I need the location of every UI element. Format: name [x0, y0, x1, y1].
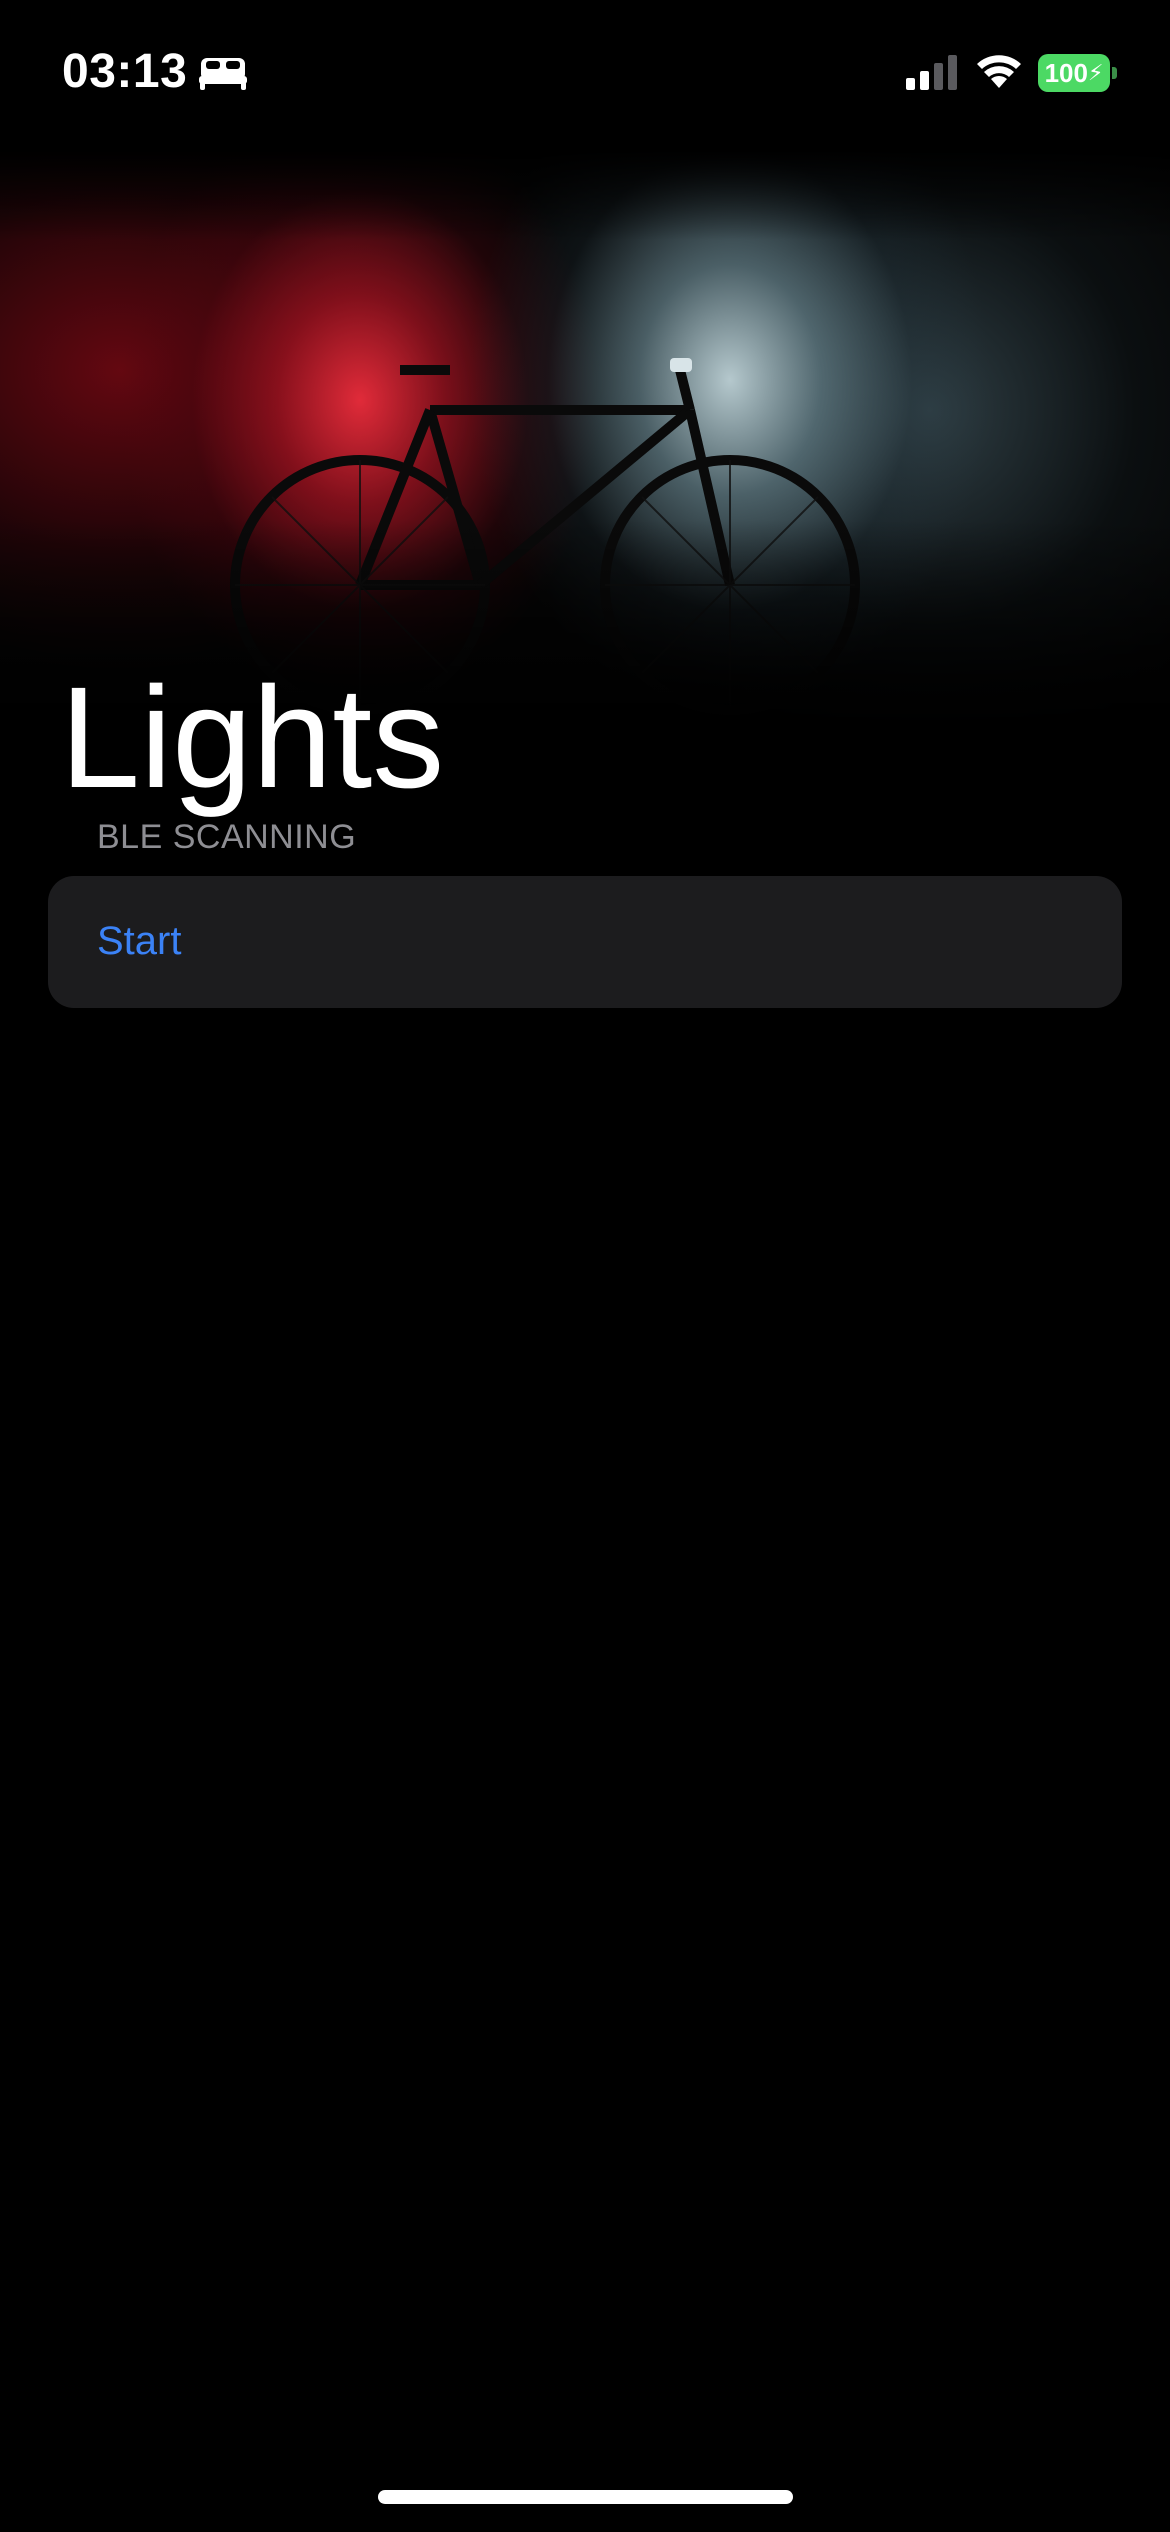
wifi-icon — [977, 55, 1021, 88]
cellular-signal-icon — [906, 55, 957, 90]
status-time: 03:13 — [62, 45, 188, 98]
battery-percent: 100 — [1044, 57, 1088, 88]
home-indicator[interactable] — [378, 2490, 793, 2504]
battery-level: 100 ⚡ — [1038, 54, 1110, 92]
sleep-focus-icon — [199, 58, 247, 90]
hero-image — [0, 150, 1170, 740]
start-scan-cell[interactable]: Start — [48, 876, 1122, 1008]
hero-top-fade — [0, 150, 1170, 240]
section-header-ble-scanning: BLE SCANNING — [97, 818, 357, 856]
start-button[interactable]: Start — [97, 919, 181, 964]
status-bar: 03:13 100 ⚡ — [0, 0, 1170, 150]
page-title: Lights — [60, 657, 445, 819]
battery-charging-icon: 100 ⚡ — [1038, 54, 1117, 92]
battery-cap — [1112, 67, 1117, 79]
